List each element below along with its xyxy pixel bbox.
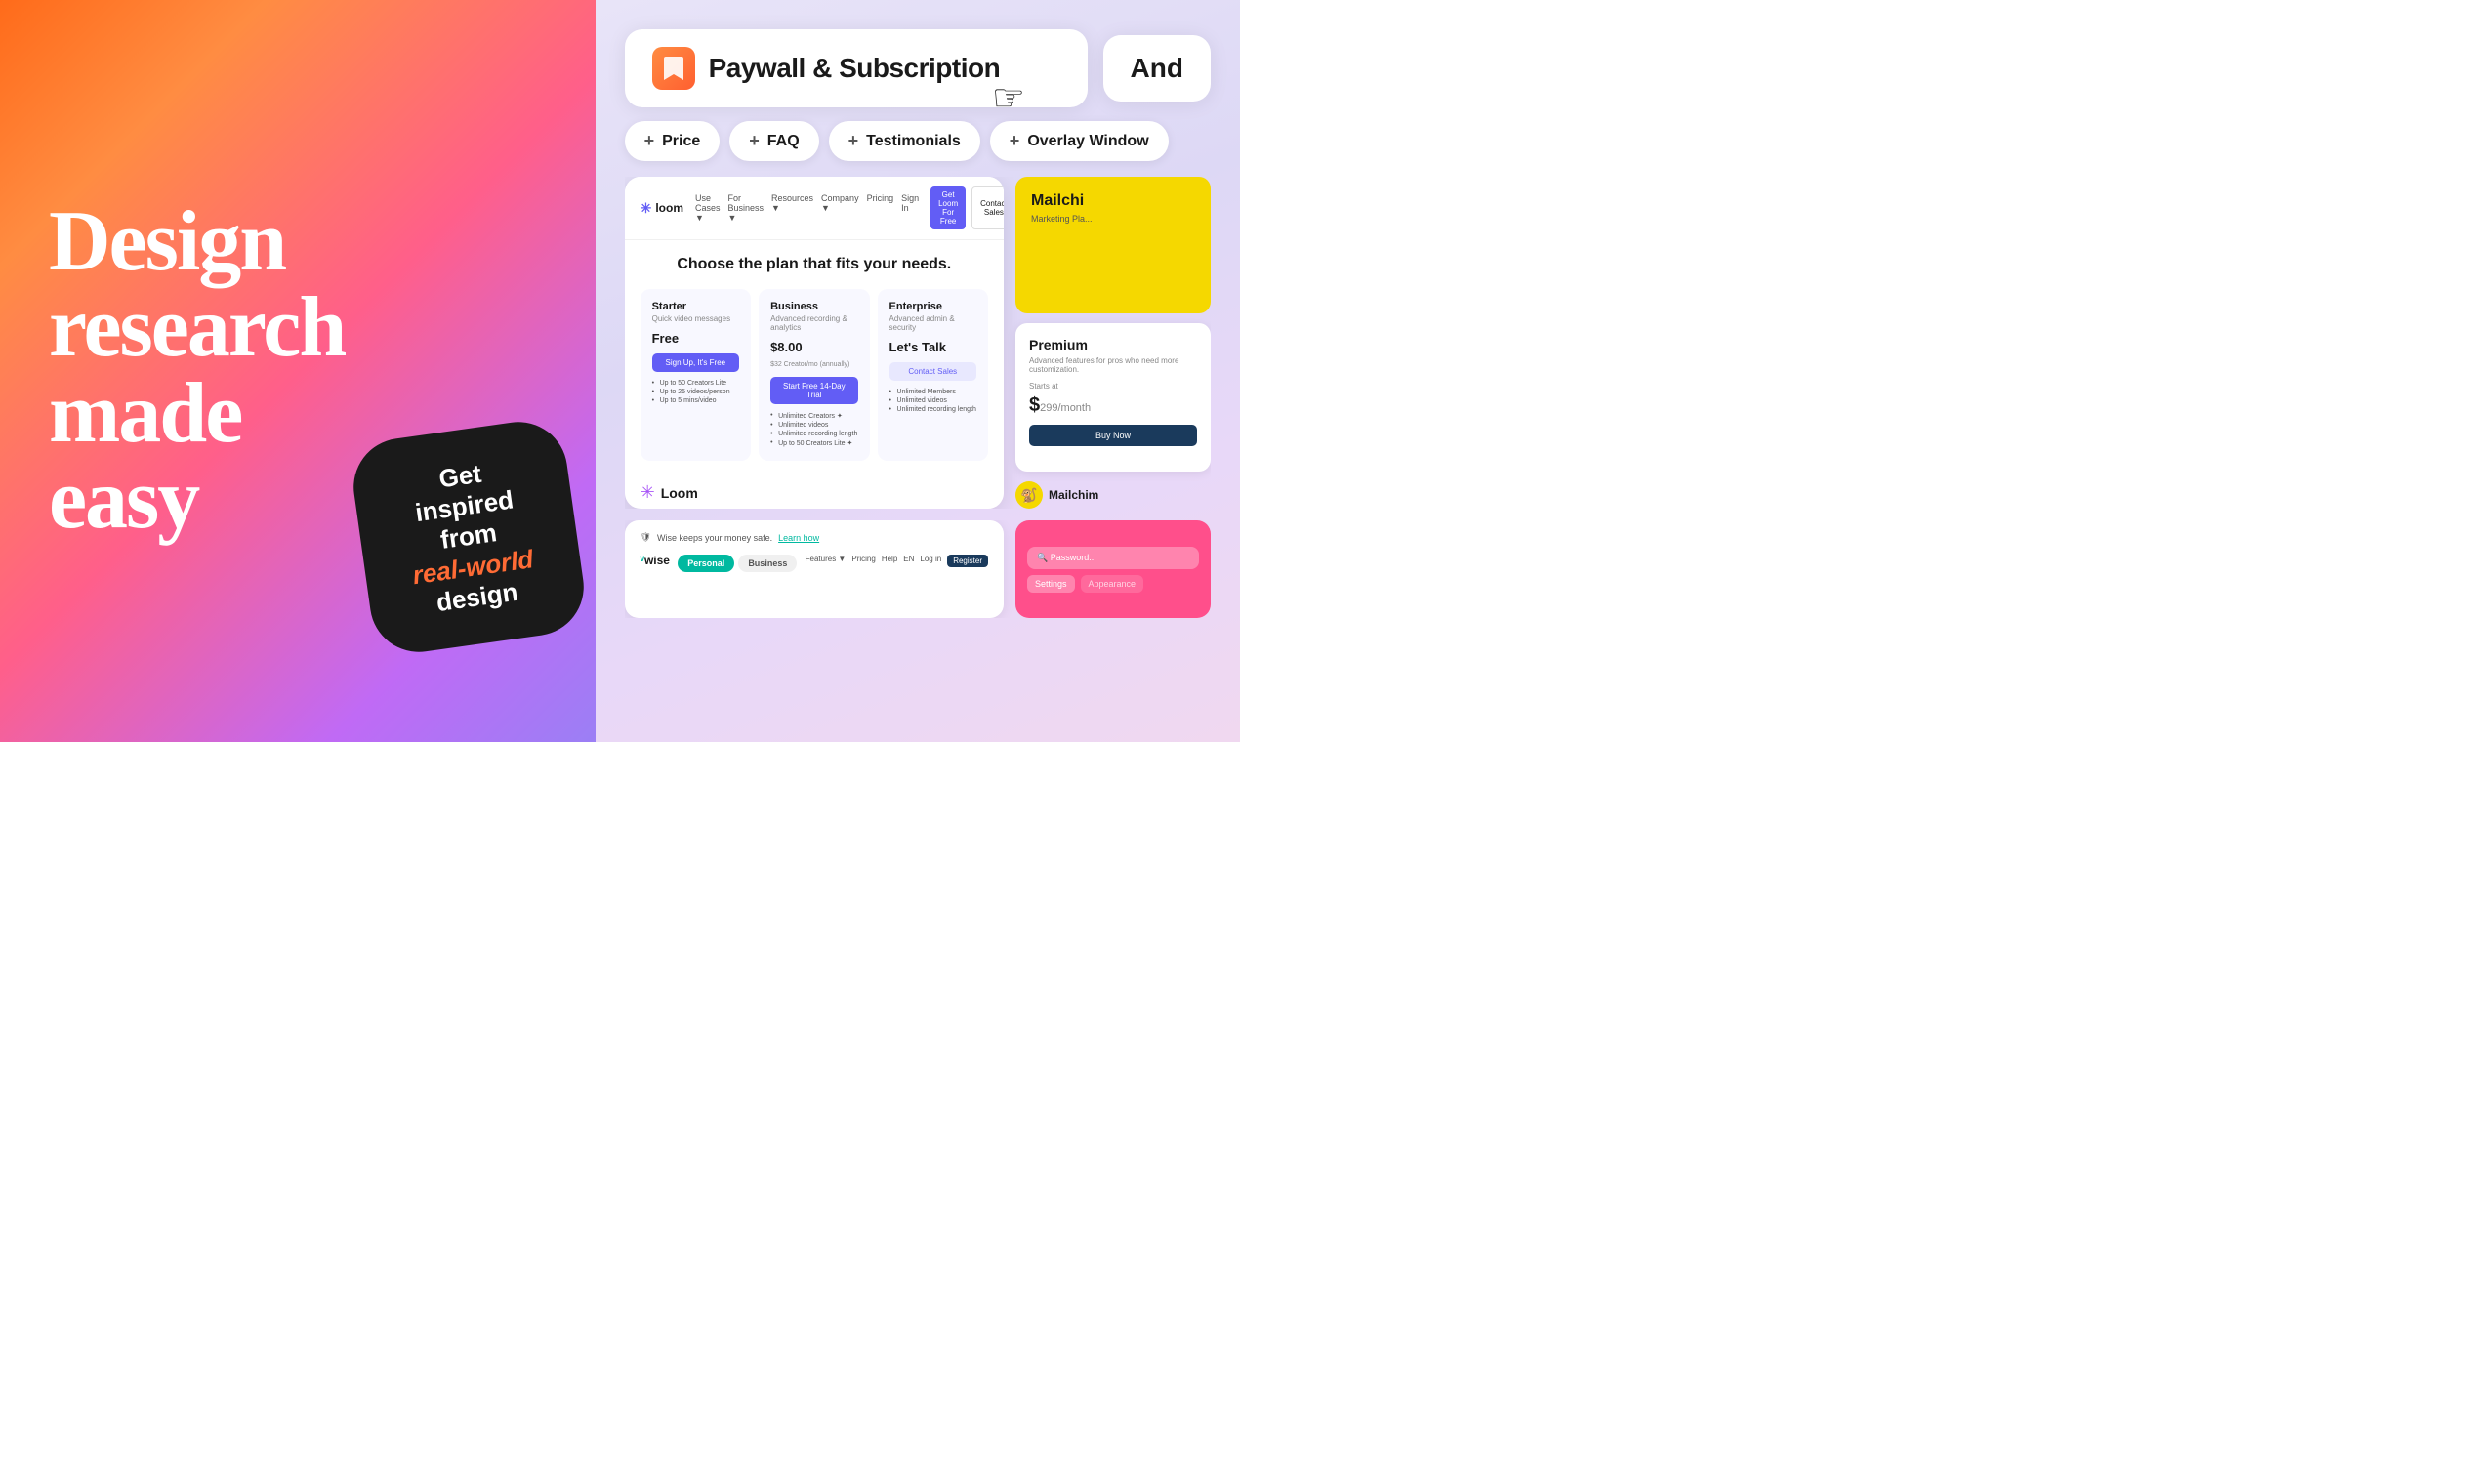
wise-shield-icon: 🛡: [641, 532, 651, 543]
enterprise-features: Unlimited Members Unlimited videos Unlim…: [889, 389, 976, 413]
pink-tab-row: Settings Appearance: [1027, 575, 1199, 593]
loom-bottom-label: ✳ Loom: [625, 476, 1004, 509]
premium-subtitle: Advanced features for pros who need more…: [1029, 356, 1197, 374]
starter-cta-button[interactable]: Sign Up, It's Free: [652, 353, 739, 372]
pricing-cards: Starter Quick video messages Free Sign U…: [641, 289, 988, 461]
right-panel: Paywall & Subscription And ☞ + Price + F…: [596, 0, 1240, 742]
tag-price[interactable]: + Price: [625, 121, 721, 161]
wise-logo: ᵛwise: [641, 554, 670, 567]
pricing-card-business: Business Advanced recording & analytics …: [759, 289, 869, 461]
pink-card: 🔍 Password... Settings Appearance: [1015, 520, 1211, 618]
wise-register-button[interactable]: Register: [947, 555, 988, 567]
premium-price-period: /month: [1057, 402, 1091, 414]
mailchimp-logo-icon: 🐒: [1015, 481, 1043, 509]
wise-nav-row: ᵛwise Personal Business Features ▼ Prici…: [641, 549, 988, 572]
business-features: Unlimited Creators ✦ Unlimited videos Un…: [770, 412, 857, 447]
headline-line3: made: [49, 366, 241, 461]
paywall-icon: [652, 47, 695, 90]
premium-starts-at: Starts at: [1029, 382, 1197, 391]
pink-tab1[interactable]: Settings: [1027, 575, 1075, 593]
tag-testimonials-label: Testimonials: [866, 133, 961, 150]
premium-price: $299/month: [1029, 394, 1197, 417]
and-card: And: [1103, 35, 1211, 102]
wise-tab-business[interactable]: Business: [738, 555, 797, 572]
loom-nav-buttons: Get Loom For Free Contact Sales: [930, 186, 1004, 229]
tag-faq[interactable]: + FAQ: [729, 121, 818, 161]
mailchimp-label: 🐒 Mailchim: [1015, 481, 1211, 509]
loom-nav: ✳ loom Use Cases ▼ For Business ▼ Resour…: [625, 177, 1004, 240]
loom-heading: Choose the plan that fits your needs.: [641, 256, 988, 273]
bottom-row: 🛡 Wise keeps your money safe. Learn how …: [625, 520, 1211, 618]
wise-card: 🛡 Wise keeps your money safe. Learn how …: [625, 520, 1004, 618]
wise-nav-links: Features ▼ Pricing Help EN Log in Regist…: [806, 555, 988, 567]
loom-content: Choose the plan that fits your needs. St…: [625, 240, 1004, 476]
premium-price-value: 299: [1040, 402, 1057, 414]
mailchimp-subtitle: Marketing Pla...: [1031, 214, 1195, 224]
left-panel: Design research made easy Get inspired f…: [0, 0, 596, 742]
cursor-icon: ☞: [992, 76, 1025, 120]
wise-learn-more-link[interactable]: Learn how: [778, 533, 819, 543]
tag-overlay-label: Overlay Window: [1027, 133, 1148, 150]
tag-plus-icon: +: [848, 131, 859, 151]
mailchimp-title: Mailchi: [1031, 192, 1195, 210]
loom-screenshot: ✳ loom Use Cases ▼ For Business ▼ Resour…: [625, 177, 1004, 509]
tag-plus-icon: +: [644, 131, 655, 151]
business-cta-button[interactable]: Start Free 14-Day Trial: [770, 377, 857, 404]
loom-label-text: Loom: [661, 485, 698, 501]
pink-input-search[interactable]: 🔍 Password...: [1027, 547, 1199, 569]
wise-login-link[interactable]: Log in: [920, 555, 941, 567]
tag-testimonials[interactable]: + Testimonials: [829, 121, 980, 161]
loom-get-free-button[interactable]: Get Loom For Free: [930, 186, 966, 229]
pricing-card-enterprise: Enterprise Advanced admin & security Let…: [878, 289, 988, 461]
pink-tab2[interactable]: Appearance: [1081, 575, 1144, 593]
premium-title: Premium: [1029, 337, 1197, 352]
loom-contact-sales-button[interactable]: Contact Sales: [971, 186, 1004, 229]
starter-features: Up to 50 Creators Lite Up to 25 videos/p…: [652, 380, 739, 404]
sticker-line1: Get: [436, 459, 482, 494]
loom-bottom-star-icon: ✳: [641, 482, 655, 503]
and-text: And: [1131, 53, 1183, 83]
wise-tab-personal[interactable]: Personal: [678, 555, 734, 572]
top-row: Paywall & Subscription And: [625, 29, 1211, 107]
headline-line2: research: [49, 280, 345, 375]
premium-card: Premium Advanced features for pros who n…: [1015, 323, 1211, 472]
headline-line1: Design: [49, 194, 285, 289]
mailchimp-yellow-card: Mailchi Marketing Pla...: [1015, 177, 1211, 313]
sticker: Get inspired from real-world design: [347, 416, 589, 658]
tag-faq-label: FAQ: [767, 133, 800, 150]
tag-price-label: Price: [662, 133, 700, 150]
pricing-card-starter: Starter Quick video messages Free Sign U…: [641, 289, 751, 461]
tag-overlay-window[interactable]: + Overlay Window: [990, 121, 1169, 161]
tags-row: + Price + FAQ + Testimonials + Overlay W…: [625, 121, 1211, 161]
screenshots-area: ✳ loom Use Cases ▼ For Business ▼ Resour…: [625, 177, 1211, 509]
headline-line4: easy: [49, 452, 198, 547]
tag-plus-icon: +: [1010, 131, 1020, 151]
enterprise-cta-button[interactable]: Contact Sales: [889, 362, 976, 381]
loom-logo: ✳ loom: [641, 200, 683, 217]
premium-buy-button[interactable]: Buy Now: [1029, 425, 1197, 446]
mailchimp2-label-text: Mailchim: [1049, 488, 1098, 502]
screenshot-side: Mailchi Marketing Pla... Premium Advance…: [1015, 177, 1211, 509]
loom-logo-text: loom: [655, 201, 683, 215]
loom-nav-links: Use Cases ▼ For Business ▼ Resources ▼ C…: [695, 193, 919, 223]
paywall-title: Paywall & Subscription: [709, 53, 1001, 84]
wise-safety-row: 🛡 Wise keeps your money safe. Learn how: [641, 532, 988, 543]
wise-tabs: Personal Business: [678, 555, 797, 572]
tag-plus-icon: +: [749, 131, 760, 151]
loom-star-icon: ✳: [641, 200, 652, 217]
